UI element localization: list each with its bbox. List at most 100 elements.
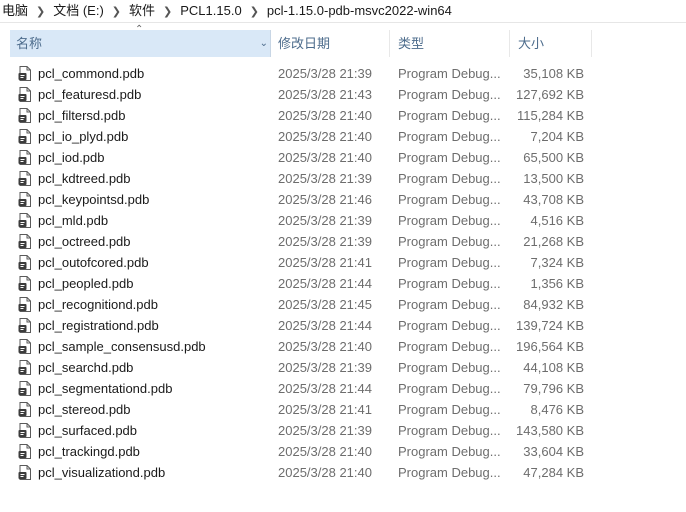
file-row[interactable]: pcl_registrationd.pdb 2025/3/28 21:44 Prog… (0, 315, 686, 336)
file-size: 1,356 KB (530, 276, 585, 291)
file-size: 13,500 KB (523, 171, 584, 186)
file-type: Program Debug... (398, 360, 501, 375)
file-row[interactable]: pcl_featuresd.pdb 2025/3/28 21:43 Program … (0, 84, 686, 105)
file-size: 21,268 KB (523, 234, 584, 249)
file-name: pcl_recognitiond.pdb (38, 297, 158, 312)
file-type: Program Debug... (398, 213, 501, 228)
pdb-file-icon (18, 171, 32, 186)
file-row[interactable]: pcl_trackingd.pdb 2025/3/28 21:40 Program … (0, 441, 686, 462)
file-date: 2025/3/28 21:40 (278, 465, 372, 480)
chevron-right-icon[interactable]: ❯ (110, 5, 123, 18)
file-date: 2025/3/28 21:41 (278, 255, 372, 270)
pdb-file-icon (18, 276, 32, 291)
file-list: pcl_commond.pdb 2025/3/28 21:39 Program De… (0, 63, 686, 483)
file-date: 2025/3/28 21:44 (278, 276, 372, 291)
file-row[interactable]: pcl_iod.pdb 2025/3/28 21:40 Program Debug.… (0, 147, 686, 168)
file-type: Program Debug... (398, 339, 501, 354)
column-header-size-label: 大小 (518, 36, 545, 51)
file-size: 47,284 KB (523, 465, 584, 480)
file-type: Program Debug... (398, 192, 501, 207)
file-date: 2025/3/28 21:44 (278, 381, 372, 396)
column-header-date-label: 修改日期 (278, 36, 331, 51)
chevron-right-icon[interactable]: ❯ (34, 5, 47, 18)
breadcrumb-item[interactable]: 软件 (123, 0, 161, 22)
file-name: pcl_stereod.pdb (38, 402, 131, 417)
pdb-file-icon (18, 192, 32, 207)
file-size: 8,476 KB (530, 402, 585, 417)
file-date: 2025/3/28 21:45 (278, 297, 372, 312)
file-date: 2025/3/28 21:39 (278, 423, 372, 438)
file-date: 2025/3/28 21:40 (278, 129, 372, 144)
pdb-file-icon (18, 297, 32, 312)
file-type: Program Debug... (398, 255, 501, 270)
file-row[interactable]: pcl_commond.pdb 2025/3/28 21:39 Program De… (0, 63, 686, 84)
column-header-type-label: 类型 (398, 36, 425, 51)
pdb-file-icon (18, 465, 32, 480)
file-row[interactable]: pcl_filtersd.pdb 2025/3/28 21:40 Program D… (0, 105, 686, 126)
file-row[interactable]: pcl_surfaced.pdb 2025/3/28 21:39 Program D… (0, 420, 686, 441)
file-size: 79,796 KB (523, 381, 584, 396)
pdb-file-icon (18, 318, 32, 333)
pdb-file-icon (18, 381, 32, 396)
file-size: 84,932 KB (523, 297, 584, 312)
file-type: Program Debug... (398, 66, 501, 81)
file-row[interactable]: pcl_searchd.pdb 2025/3/28 21:39 Program De… (0, 357, 686, 378)
pdb-file-icon (18, 66, 32, 81)
file-name: pcl_kdtreed.pdb (38, 171, 131, 186)
file-name: pcl_commond.pdb (38, 66, 145, 81)
file-type: Program Debug... (398, 402, 501, 417)
breadcrumb-item[interactable]: pcl-1.15.0-pdb-msvc2022-win64 (261, 0, 458, 22)
breadcrumb-item[interactable]: 电脑 (0, 0, 34, 22)
file-row[interactable]: pcl_peopled.pdb 2025/3/28 21:44 Program De… (0, 273, 686, 294)
file-size: 7,324 KB (530, 255, 585, 270)
file-size: 4,516 KB (530, 213, 585, 228)
pdb-file-icon (18, 129, 32, 144)
pdb-file-icon (18, 255, 32, 270)
file-date: 2025/3/28 21:39 (278, 234, 372, 249)
pdb-file-icon (18, 213, 32, 228)
chevron-right-icon[interactable]: ❯ (248, 5, 261, 18)
column-header-name-label: 名称 (16, 36, 43, 51)
pdb-file-icon (18, 108, 32, 123)
chevron-right-icon[interactable]: ❯ (161, 5, 174, 18)
file-row[interactable]: pcl_kdtreed.pdb 2025/3/28 21:39 Program De… (0, 168, 686, 189)
file-date: 2025/3/28 21:40 (278, 444, 372, 459)
pdb-file-icon (18, 234, 32, 249)
file-row[interactable]: pcl_io_plyd.pdb 2025/3/28 21:40 Program De… (0, 126, 686, 147)
breadcrumb-item[interactable]: PCL1.15.0 (174, 0, 247, 22)
column-header-type[interactable]: 类型 (392, 30, 510, 57)
file-row[interactable]: pcl_segmentationd.pdb 2025/3/28 21:44 Prog… (0, 378, 686, 399)
file-name: pcl_surfaced.pdb (38, 423, 138, 438)
pdb-file-icon (18, 150, 32, 165)
file-row[interactable]: pcl_recognitiond.pdb 2025/3/28 21:45 Progr… (0, 294, 686, 315)
column-header-name[interactable]: ⌃ 名称 ⌄ (10, 24, 271, 57)
file-name: pcl_visualizationd.pdb (38, 465, 166, 480)
file-size: 7,204 KB (530, 129, 585, 144)
column-header-date[interactable]: 修改日期 (272, 30, 390, 57)
file-size: 43,708 KB (523, 192, 584, 207)
file-row[interactable]: pcl_outofcored.pdb 2025/3/28 21:41 Program… (0, 252, 686, 273)
breadcrumb-item[interactable]: 文档 (E:) (47, 0, 110, 22)
file-row[interactable]: pcl_visualizationd.pdb 2025/3/28 21:40 Pro… (0, 462, 686, 483)
file-date: 2025/3/28 21:41 (278, 402, 372, 417)
file-size: 196,564 KB (516, 339, 584, 354)
breadcrumb: 电脑 ❯ 文档 (E:) ❯ 软件 ❯ PCL1.15.0 ❯ pcl-1.15.0-pdb-m… (0, 0, 686, 23)
file-row[interactable]: pcl_stereod.pdb 2025/3/28 21:41 Program De… (0, 399, 686, 420)
chevron-down-icon[interactable]: ⌄ (260, 30, 268, 57)
file-row[interactable]: pcl_mld.pdb 2025/3/28 21:39 Program Debug.… (0, 210, 686, 231)
file-type: Program Debug... (398, 465, 501, 480)
file-type: Program Debug... (398, 297, 501, 312)
file-row[interactable]: pcl_sample_consensusd.pdb 2025/3/28 21:40… (0, 336, 686, 357)
file-row[interactable]: pcl_octreed.pdb 2025/3/28 21:39 Program De… (0, 231, 686, 252)
file-type: Program Debug... (398, 276, 501, 291)
file-date: 2025/3/28 21:40 (278, 150, 372, 165)
file-size: 139,724 KB (516, 318, 584, 333)
file-name: pcl_iod.pdb (38, 150, 105, 165)
column-header-size[interactable]: 大小 (512, 30, 592, 57)
file-name: pcl_segmentationd.pdb (38, 381, 173, 396)
file-row[interactable]: pcl_keypointsd.pdb 2025/3/28 21:46 Program… (0, 189, 686, 210)
file-name: pcl_searchd.pdb (38, 360, 134, 375)
file-date: 2025/3/28 21:39 (278, 171, 372, 186)
file-date: 2025/3/28 21:46 (278, 192, 372, 207)
file-type: Program Debug... (398, 444, 501, 459)
